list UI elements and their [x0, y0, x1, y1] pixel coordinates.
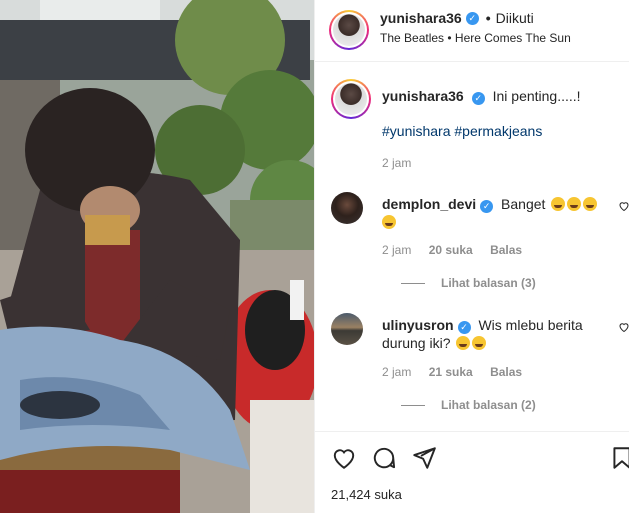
media-photo: [0, 0, 314, 513]
comment-like-heart-icon[interactable]: [618, 321, 629, 333]
caption-text: Ini penting.....!: [492, 88, 581, 104]
laughing-emoji-icon: [551, 197, 566, 211]
share-icon[interactable]: [411, 445, 437, 471]
comment-reply-button[interactable]: Balas: [490, 365, 522, 379]
post-panel: yunishara36 ✓ • Diikuti The Beatles • He…: [314, 0, 629, 513]
laughing-emoji-icon: [567, 197, 582, 211]
comment-time: 2 jam: [382, 243, 412, 257]
view-replies-label: Lihat balasan (2): [441, 398, 536, 412]
comment-text: Banget: [501, 196, 546, 212]
verified-badge-icon: ✓: [457, 321, 471, 334]
author-username[interactable]: yunishara36: [380, 10, 462, 26]
caption-text-line: yunishara36 ✓ Ini penting.....!: [382, 88, 622, 105]
comment-like-heart-icon[interactable]: [618, 200, 629, 212]
comment-icon[interactable]: [371, 445, 397, 471]
heart-icon[interactable]: [331, 445, 357, 471]
comment-meta: 2 jam 20 suka Balas: [382, 243, 536, 257]
author-avatar[interactable]: [329, 10, 369, 50]
likes-count[interactable]: 21,424 suka: [331, 487, 402, 502]
comment-avatar[interactable]: [331, 192, 363, 224]
header-user-line: yunishara36 ✓ • Diikuti: [380, 10, 534, 26]
music-link[interactable]: The Beatles • Here Comes The Sun: [380, 31, 571, 45]
comment-likes[interactable]: 20 suka: [429, 243, 473, 257]
caption-username[interactable]: yunishara36: [382, 88, 464, 104]
comment-username[interactable]: demplon_devi: [382, 196, 476, 212]
comment-time: 2 jam: [382, 365, 412, 379]
laughing-emoji-icon: [382, 215, 396, 229]
comment-username[interactable]: ulinyusron: [382, 317, 454, 333]
rolling-laughing-emoji-icon: [456, 336, 471, 350]
comment-item: ulinyusron ✓ Wis mlebu berita durung iki?…: [331, 313, 629, 423]
view-replies-button[interactable]: Lihat balasan (3): [401, 276, 536, 290]
post-media[interactable]: [0, 0, 314, 513]
comment-text-block: ulinyusron ✓ Wis mlebu berita durung iki?: [382, 316, 612, 352]
comment-item: demplon_devi ✓ Banget 2 jam 20 suka Balas…: [331, 192, 629, 302]
comment-avatar[interactable]: [331, 313, 363, 345]
comment-text-block: demplon_devi ✓ Banget: [382, 195, 612, 231]
separator-dot: •: [485, 10, 491, 26]
rolling-laughing-emoji-icon: [472, 336, 487, 350]
replies-divider: [401, 404, 425, 406]
view-replies-label: Lihat balasan (3): [441, 276, 536, 290]
verified-badge-icon: ✓: [465, 11, 479, 25]
view-replies-button[interactable]: Lihat balasan (2): [401, 398, 536, 412]
laughing-emoji-icon: [583, 197, 598, 211]
caption-timestamp: 2 jam: [382, 156, 412, 170]
verified-badge-icon: ✓: [480, 200, 494, 213]
action-bar: 21,424 suka: [315, 431, 629, 513]
comment-likes[interactable]: 21 suka: [429, 365, 473, 379]
follow-button[interactable]: Diikuti: [496, 10, 534, 26]
bookmark-icon[interactable]: [609, 445, 629, 471]
post-header: yunishara36 ✓ • Diikuti The Beatles • He…: [315, 0, 629, 62]
caption-avatar[interactable]: [331, 79, 371, 119]
replies-divider: [401, 282, 425, 284]
verified-badge-icon: ✓: [471, 92, 485, 105]
caption-hashtags[interactable]: #yunishara #permakjeans: [382, 123, 542, 139]
comment-meta: 2 jam 21 suka Balas: [382, 365, 536, 379]
comment-reply-button[interactable]: Balas: [490, 243, 522, 257]
